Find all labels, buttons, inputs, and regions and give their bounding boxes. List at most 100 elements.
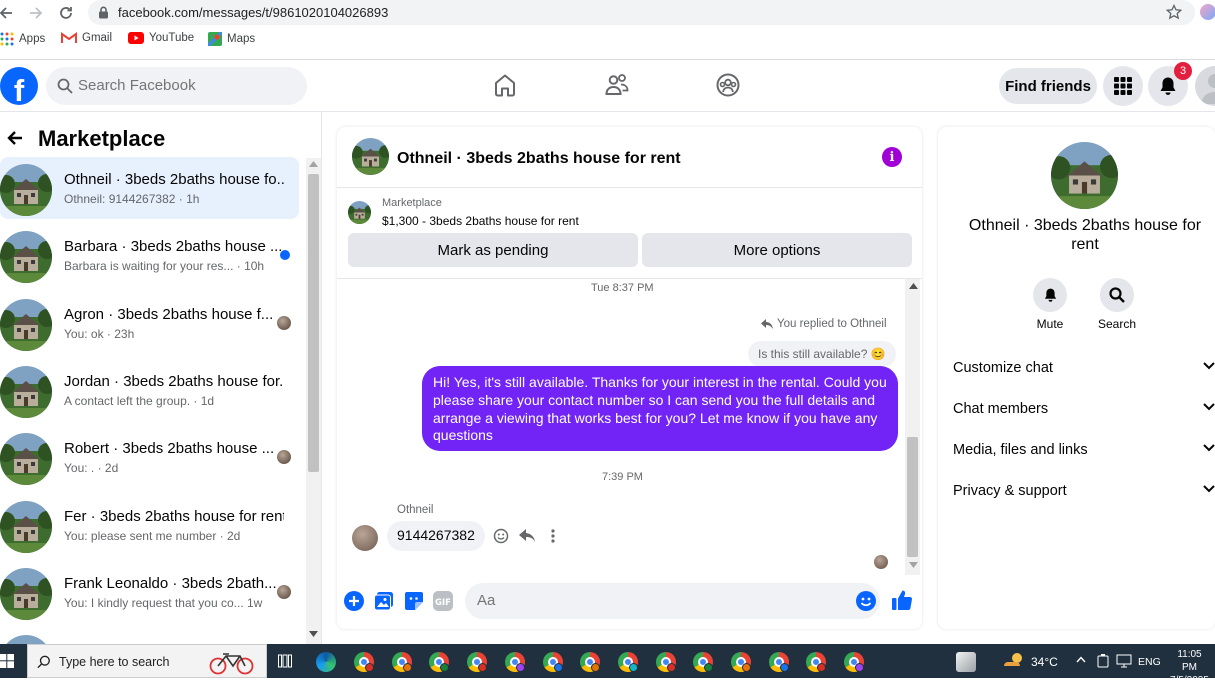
details-avatar[interactable] [1051, 142, 1118, 209]
bookmark-youtube[interactable]: YouTube [128, 32, 194, 44]
edge-browser-icon[interactable] [316, 652, 336, 672]
conversation-preview: Barbara is waiting for your res... · 10h [64, 259, 265, 273]
chrome-profile-icon[interactable] [504, 652, 525, 672]
back-arrow-icon[interactable] [0, 3, 16, 23]
conversation-row[interactable]: Barbara · 3beds 2baths house ... Barbara … [0, 224, 299, 286]
profile-avatar-icon[interactable] [1200, 4, 1215, 20]
chevron-up-icon[interactable] [1076, 656, 1086, 663]
bookmark-maps[interactable]: Maps [208, 32, 255, 46]
chrome-profile-icon[interactable] [617, 652, 638, 672]
more-actions-icon[interactable] [551, 529, 555, 543]
plus-circle-icon[interactable] [344, 591, 364, 611]
groups-icon[interactable] [715, 72, 741, 98]
incoming-message-bubble[interactable]: 9144267382 [387, 521, 485, 551]
forward-arrow-icon[interactable] [26, 3, 46, 23]
bookmark-label[interactable]: Gmail [82, 32, 112, 44]
find-friends-button[interactable]: Find friends [999, 68, 1097, 104]
clock-time: 11:05 PM [1177, 649, 1202, 673]
listing-price-title[interactable]: $1,300 - 3beds 2baths house for rent [382, 214, 579, 228]
temperature[interactable]: 34°C [1031, 655, 1058, 669]
scroll-down-arrow-icon[interactable] [909, 562, 918, 568]
chrome-profile-icon[interactable] [580, 652, 601, 672]
chrome-profile-icon[interactable] [467, 652, 488, 672]
thumbs-up-icon[interactable] [891, 589, 913, 611]
chrome-profile-icon[interactable] [768, 652, 789, 672]
network-icon[interactable] [1116, 654, 1132, 668]
search-conversation-button[interactable]: Search [1087, 278, 1147, 331]
search-icon [57, 78, 73, 94]
conversation-row[interactable]: Othneil · 3beds 2baths house fo... Othnei… [0, 157, 299, 219]
chrome-profile-icon[interactable] [655, 652, 676, 672]
chrome-profile-icon[interactable] [429, 652, 450, 672]
conversation-row[interactable]: Jordan · 3beds 2baths house for... A cont… [0, 359, 299, 421]
language-indicator[interactable]: ENG [1138, 656, 1161, 668]
chrome-profile-icon[interactable] [391, 652, 412, 672]
bookmark-label[interactable]: Apps [19, 33, 45, 45]
address-bar[interactable]: facebook.com/messages/t/9861020104026893 [88, 0, 1195, 25]
sidebar-scrollbar-thumb[interactable] [308, 174, 319, 472]
outgoing-message-bubble[interactable]: Hi! Yes, it's still available. Thanks fo… [422, 366, 898, 451]
bookmark-apps[interactable]: Apps [0, 32, 45, 46]
taskbar-search[interactable]: Type here to search [27, 644, 267, 678]
conversation-row[interactable]: Robert · 3beds 2baths house ... You: . · … [0, 426, 299, 488]
scroll-up-arrow-icon[interactable] [309, 161, 318, 167]
bookmark-star-icon[interactable] [1166, 4, 1182, 20]
reload-icon[interactable] [56, 3, 76, 23]
section-customize-chat[interactable]: Customize chat [953, 360, 1215, 390]
chrome-profile-icon[interactable] [844, 652, 865, 672]
conversation-row[interactable]: Fer · 3beds 2baths house for rent You: pl… [0, 494, 299, 556]
photo-gallery-icon[interactable] [374, 591, 394, 611]
scroll-down-arrow-icon[interactable] [309, 631, 318, 637]
conversation-preview: You: . · 2d [64, 461, 119, 475]
conversation-thumbnail [0, 164, 52, 216]
chat-title[interactable]: Othneil · 3beds 2baths house for rent [397, 150, 681, 168]
message-input[interactable] [477, 592, 837, 609]
bookmark-gmail[interactable]: Gmail [61, 32, 112, 44]
message-input-wrapper[interactable] [465, 583, 880, 619]
windows-start-icon[interactable] [0, 654, 14, 668]
thread-scrollbar-thumb[interactable] [907, 437, 918, 557]
search-input[interactable] [78, 77, 298, 94]
reply-icon[interactable] [519, 529, 535, 543]
chrome-profile-icon[interactable] [693, 652, 714, 672]
friends-icon[interactable] [604, 72, 630, 98]
back-arrow-icon[interactable] [6, 129, 24, 147]
battery-icon[interactable] [1097, 654, 1109, 668]
conversation-row[interactable]: Frank Leonaldo · 3beds 2bath... You: I ki… [0, 561, 299, 623]
chrome-profile-icon[interactable] [806, 652, 827, 672]
bookmark-label[interactable]: Maps [227, 33, 255, 45]
task-view-icon[interactable] [278, 654, 292, 668]
listing-thumbnail[interactable] [348, 201, 371, 224]
facebook-logo[interactable]: f [0, 67, 38, 105]
emoji-icon[interactable] [856, 591, 876, 611]
clock[interactable]: 11:05 PM 7/5/2025 [1170, 648, 1209, 687]
account-avatar[interactable] [1195, 66, 1215, 106]
lock-icon[interactable] [98, 6, 109, 19]
mute-button[interactable]: Mute [1020, 278, 1080, 331]
chat-header-avatar[interactable] [352, 138, 389, 175]
section-privacy-support[interactable]: Privacy & support [953, 483, 1215, 513]
menu-grid-button[interactable] [1103, 66, 1143, 106]
scroll-up-arrow-icon[interactable] [909, 283, 918, 289]
paint-app-icon[interactable] [956, 652, 976, 672]
section-chat-members[interactable]: Chat members [953, 401, 1215, 431]
conversation-row[interactable]: Agron · 3beds 2baths house f... You: ok ·… [0, 292, 299, 354]
sender-avatar[interactable] [352, 525, 378, 551]
more-options-button[interactable]: More options [642, 233, 912, 267]
url-text[interactable]: facebook.com/messages/t/9861020104026893 [118, 5, 388, 20]
weather-icon[interactable] [1002, 652, 1026, 668]
section-media-files-links[interactable]: Media, files and links [953, 442, 1215, 472]
conversation-row[interactable] [0, 628, 299, 644]
facebook-search-box[interactable] [46, 67, 307, 105]
react-emoji-icon[interactable] [493, 528, 509, 544]
chrome-profile-icon[interactable] [354, 652, 374, 672]
mark-as-pending-button[interactable]: Mark as pending [348, 233, 638, 267]
info-icon[interactable]: i [882, 147, 902, 167]
gif-icon[interactable]: GIF [433, 591, 453, 611]
home-icon[interactable] [492, 72, 518, 98]
bookmark-label[interactable]: YouTube [149, 32, 194, 44]
chrome-profile-icon[interactable] [542, 652, 563, 672]
chrome-profile-icon[interactable] [731, 652, 751, 672]
sticker-icon[interactable] [404, 591, 424, 611]
quoted-message[interactable]: Is this still available? 😊 [748, 341, 896, 367]
